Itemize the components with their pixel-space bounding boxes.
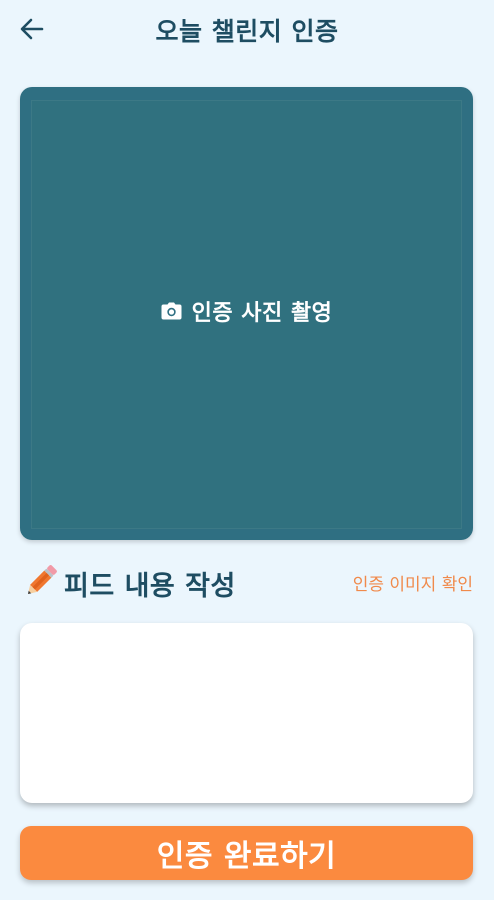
page-title: 오늘 챌린지 인증 (155, 17, 339, 46)
feed-section-title: 피드 내용 작성 (64, 571, 236, 602)
photo-capture-label: 인증 사진 촬영 (191, 301, 333, 326)
feed-section-header: 피드 내용 작성 인증 이미지 확인 (20, 560, 473, 604)
feed-content-input[interactable] (20, 623, 473, 803)
pencil-icon (27, 565, 57, 595)
complete-verification-button[interactable]: 인증 완료하기 (20, 826, 473, 880)
photo-capture-prompt[interactable]: 인증 사진 촬영 (20, 295, 473, 327)
camera-icon (161, 302, 182, 320)
check-image-link[interactable]: 인증 이미지 확인 (353, 570, 473, 595)
complete-verification-label: 인증 완료하기 (156, 839, 337, 874)
photo-capture-area[interactable]: 인증 사진 촬영 (20, 87, 473, 540)
top-app-bar: 오늘 챌린지 인증 (0, 0, 494, 58)
